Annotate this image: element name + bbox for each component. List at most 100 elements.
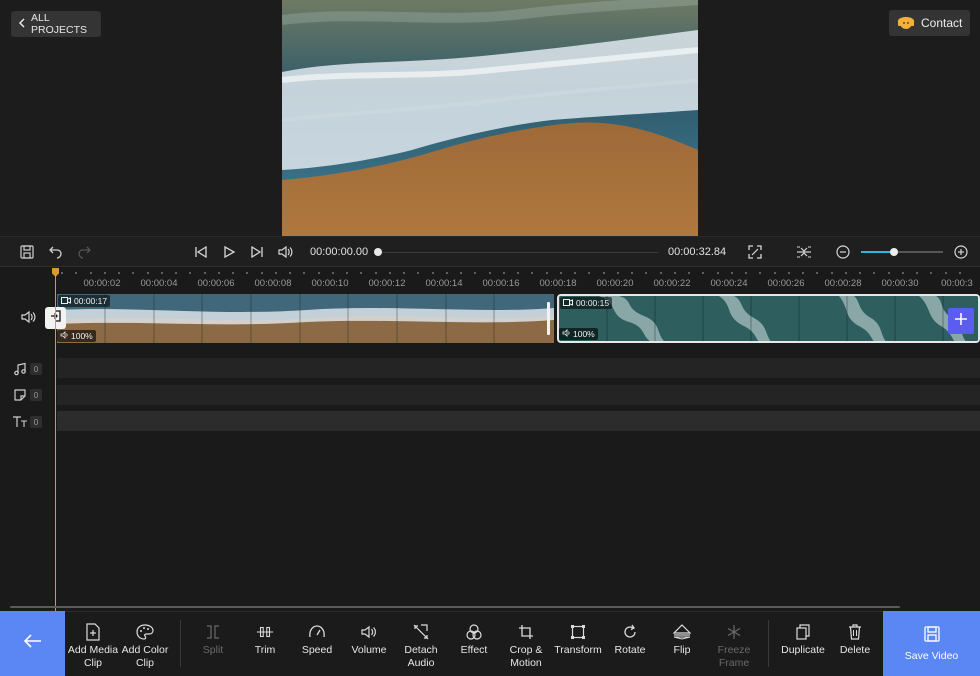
- text-icon: [12, 414, 28, 430]
- clip-2-duration: 00:00:15: [576, 298, 610, 308]
- all-projects-label: ALL PROJECTS: [31, 12, 88, 36]
- add-media-clip-button[interactable]: Add Media Clip: [67, 623, 119, 673]
- current-time: 00:00:00.00: [310, 246, 369, 258]
- ruler-tick-dot: [217, 272, 220, 274]
- play-icon[interactable]: [219, 242, 239, 262]
- sticker-track-count: 0: [30, 389, 42, 401]
- transform-button[interactable]: Transform: [552, 623, 604, 673]
- zoom-out-icon[interactable]: [833, 242, 853, 262]
- delete-button[interactable]: Delete: [829, 623, 881, 673]
- fit-timeline-icon[interactable]: [794, 242, 814, 262]
- ruler-tick-dot: [545, 272, 548, 274]
- clip-2-volume-badge: 100%: [559, 328, 598, 340]
- ruler-tick-dot: [844, 272, 847, 274]
- duplicate-button[interactable]: Duplicate: [776, 623, 830, 673]
- effect-icon: [465, 623, 483, 641]
- timeline-scrollbar[interactable]: [10, 606, 900, 608]
- ruler-tick-dot: [232, 272, 234, 274]
- volume-icon: [360, 623, 378, 641]
- flip-icon: [673, 623, 691, 641]
- clip-1-trim-handle[interactable]: [547, 302, 550, 335]
- add-media-label: Add Media Clip: [67, 644, 119, 669]
- video-clip-2[interactable]: 00:00:15 100%: [557, 294, 980, 343]
- fullscreen-icon[interactable]: [745, 242, 765, 262]
- trim-button[interactable]: Trim: [239, 623, 291, 673]
- clip-1-duration-badge: 00:00:17: [58, 295, 111, 307]
- player-controls: 00:00:00.00 00:00:32.84: [0, 236, 980, 267]
- ruler-tick-dot: [203, 272, 206, 274]
- rotate-button[interactable]: Rotate: [604, 623, 656, 673]
- ruler-tick-dot: [146, 272, 149, 274]
- ruler-tick-dot: [460, 272, 462, 274]
- ruler-tick-dot: [631, 272, 633, 274]
- detach-audio-button[interactable]: Detach Audio: [395, 623, 447, 673]
- ruler-tick-dot: [260, 272, 263, 274]
- redo-icon[interactable]: [74, 242, 94, 262]
- contact-button[interactable]: Contact: [889, 10, 970, 36]
- detach-audio-icon: [412, 623, 430, 641]
- crop-motion-button[interactable]: Crop & Motion: [500, 623, 552, 673]
- ruler-tick-dot: [502, 272, 505, 274]
- ruler-tick-dot: [160, 272, 163, 274]
- ruler-tick-dot: [189, 272, 192, 274]
- ruler-tick-dot: [103, 272, 106, 274]
- ruler-tick-dot: [474, 272, 477, 274]
- volume-button[interactable]: Volume: [343, 623, 395, 673]
- ruler-tick-label: 00:00:06: [197, 278, 235, 289]
- music-track-count: 0: [30, 363, 42, 375]
- ruler-tick-dot: [588, 272, 591, 274]
- chevron-left-icon: [18, 17, 26, 31]
- transform-icon: [569, 623, 587, 641]
- ruler-tick-dot: [759, 272, 762, 274]
- detach-audio-label: Detach Audio: [404, 644, 438, 669]
- palette-icon: [136, 623, 154, 641]
- back-button[interactable]: [0, 611, 65, 676]
- skip-forward-icon[interactable]: [247, 242, 267, 262]
- ruler-tick-dot: [403, 272, 405, 274]
- music-track[interactable]: [57, 358, 980, 378]
- add-color-clip-button[interactable]: Add Color Clip: [119, 623, 171, 673]
- ruler-tick-dot: [574, 272, 576, 274]
- track-volume-icon[interactable]: [20, 310, 38, 328]
- undo-icon[interactable]: [46, 242, 66, 262]
- clip-1-thumbnails: [57, 294, 554, 343]
- duplicate-label: Duplicate: [781, 644, 825, 656]
- timeline-ruler[interactable]: 00:00:02 00:00:04 00:00:06 00:00:08 00:00:10…: [55, 268, 980, 290]
- zoom-slider-handle[interactable]: [890, 248, 898, 256]
- volume-icon[interactable]: [275, 242, 295, 262]
- ruler-tick-dot: [360, 272, 363, 274]
- speed-button[interactable]: Speed: [291, 623, 343, 673]
- ruler-tick-dot: [816, 272, 819, 274]
- split-button[interactable]: Split: [187, 623, 239, 673]
- text-track[interactable]: [57, 411, 980, 431]
- arrow-left-icon: [23, 633, 43, 654]
- ruler-tick-label: 00:00:26: [767, 278, 805, 289]
- add-color-label: Add Color Clip: [121, 644, 169, 669]
- zoom-in-icon[interactable]: [951, 242, 971, 262]
- playhead-line[interactable]: [55, 270, 56, 611]
- ruler-tick-dot: [645, 272, 648, 274]
- toolbar-divider: [768, 620, 769, 667]
- clip-1-volume: 100%: [71, 331, 93, 341]
- ruler-tick-dot: [559, 272, 562, 274]
- clip-2-thumbnails: [559, 296, 978, 341]
- zoom-slider[interactable]: [861, 248, 943, 256]
- save-video-button[interactable]: Save Video: [883, 611, 980, 676]
- ruler-tick-dot: [331, 272, 334, 274]
- sticker-track[interactable]: [57, 385, 980, 405]
- skip-back-icon[interactable]: [191, 242, 211, 262]
- freeze-frame-button[interactable]: Freeze Frame: [708, 623, 760, 673]
- ruler-tick-dot: [61, 272, 63, 274]
- seek-bar[interactable]: [374, 248, 658, 256]
- effect-button[interactable]: Effect: [448, 623, 500, 673]
- flip-button[interactable]: Flip: [656, 623, 708, 673]
- ruler-tick-dot: [445, 272, 448, 274]
- seek-handle[interactable]: [374, 248, 382, 256]
- ruler-tick-label: 00:00:12: [368, 278, 406, 289]
- add-clip-button[interactable]: [948, 308, 974, 334]
- save-project-icon[interactable]: [17, 242, 37, 262]
- video-clip-1[interactable]: 00:00:17 100%: [57, 294, 554, 343]
- ruler-tick-dot: [488, 272, 491, 274]
- ruler-tick-dot: [787, 272, 790, 274]
- all-projects-button[interactable]: ALL PROJECTS: [11, 11, 101, 37]
